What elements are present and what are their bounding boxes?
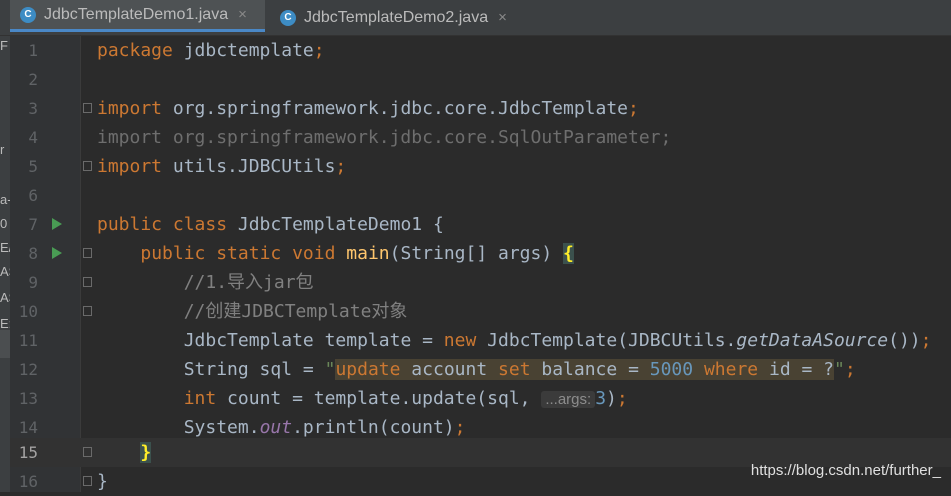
tab-label: JdbcTemplateDemo2.java <box>304 8 489 26</box>
line-number: 10 <box>18 302 38 321</box>
line-number: 11 <box>18 331 38 350</box>
code-line[interactable]: 3 import org.springframework.jdbc.core.J… <box>0 94 951 123</box>
line-number: 3 <box>28 99 38 118</box>
line-number: 9 <box>28 273 38 292</box>
code-line[interactable]: 2 <box>0 65 951 94</box>
code-text[interactable]: public class JdbcTemplateDemo1 { <box>97 210 444 239</box>
code-text[interactable]: import utils.JDBCUtils; <box>97 152 346 181</box>
editor-tab-bar: C JdbcTemplateDemo1.java × C JdbcTemplat… <box>0 0 951 36</box>
code-text[interactable]: String sql = "update account set balance… <box>97 355 856 384</box>
fold-icon[interactable] <box>83 161 92 171</box>
line-number: 13 <box>18 389 38 408</box>
code-text[interactable]: JdbcTemplate template = new JdbcTemplate… <box>97 326 932 355</box>
fold-icon[interactable] <box>83 306 92 316</box>
code-text[interactable]: int count = template.update(sql, ...args… <box>97 384 628 414</box>
code-line[interactable]: 12 String sql = "update account set bala… <box>0 355 951 384</box>
close-icon[interactable]: × <box>238 6 247 23</box>
line-number: 12 <box>18 360 38 379</box>
tab-jdbctemplatedemo2[interactable]: C JdbcTemplateDemo2.java × <box>270 0 525 35</box>
code-line[interactable]: 13 int count = template.update(sql, ...a… <box>0 384 951 413</box>
fold-icon[interactable] <box>83 447 92 457</box>
code-line[interactable]: 9 //1.导入jar包 <box>0 268 951 297</box>
watermark-url: https://blog.csdn.net/further_ <box>750 462 941 479</box>
code-line[interactable]: 5 import utils.JDBCUtils; <box>0 152 951 181</box>
code-text-unused-import[interactable]: import org.springframework.jdbc.core.Sql… <box>97 123 671 152</box>
line-number: 6 <box>28 186 38 205</box>
c-class-icon: C <box>20 6 36 23</box>
line-number: 5 <box>28 157 38 176</box>
code-line[interactable]: 7 public class JdbcTemplateDemo1 { <box>0 210 951 239</box>
code-line[interactable]: 8 public static void main(String[] args)… <box>0 239 951 268</box>
tab-jdbctemplatedemo1[interactable]: C JdbcTemplateDemo1.java × <box>10 0 265 32</box>
code-comment[interactable]: //1.导入jar包 <box>97 268 314 297</box>
line-number: 4 <box>28 128 38 147</box>
line-number: 2 <box>28 70 38 89</box>
tab-label: JdbcTemplateDemo1.java <box>44 5 229 23</box>
sql-injection-highlight: update account set balance = 5000 where … <box>335 359 834 380</box>
code-line[interactable]: 4 import org.springframework.jdbc.core.S… <box>0 123 951 152</box>
close-icon[interactable]: × <box>498 9 507 26</box>
code-line[interactable]: 1 package jdbctemplate; <box>0 36 951 65</box>
code-text[interactable]: import org.springframework.jdbc.core.Jdb… <box>97 94 639 123</box>
code-line[interactable]: 6 <box>0 181 951 210</box>
fold-icon[interactable] <box>83 248 92 258</box>
run-icon[interactable] <box>52 247 62 259</box>
line-number: 8 <box>28 244 38 263</box>
code-text[interactable]: } <box>97 438 152 467</box>
line-number: 7 <box>28 215 38 234</box>
c-class-icon: C <box>280 9 296 26</box>
fold-icon[interactable] <box>83 103 92 113</box>
code-line[interactable]: 11 JdbcTemplate template = new JdbcTempl… <box>0 326 951 355</box>
code-text[interactable]: public static void main(String[] args) { <box>97 239 574 268</box>
parameter-hint: ...args: <box>541 391 596 408</box>
line-number: 15 <box>18 443 38 462</box>
run-icon[interactable] <box>52 218 62 230</box>
line-number: 1 <box>28 41 38 60</box>
fold-icon[interactable] <box>83 277 92 287</box>
code-comment[interactable]: //创建JDBCTemplate对象 <box>97 297 408 326</box>
code-text[interactable]: package jdbctemplate; <box>97 36 325 65</box>
code-line[interactable]: 10 //创建JDBCTemplate对象 <box>0 297 951 326</box>
fold-icon[interactable] <box>83 476 92 486</box>
